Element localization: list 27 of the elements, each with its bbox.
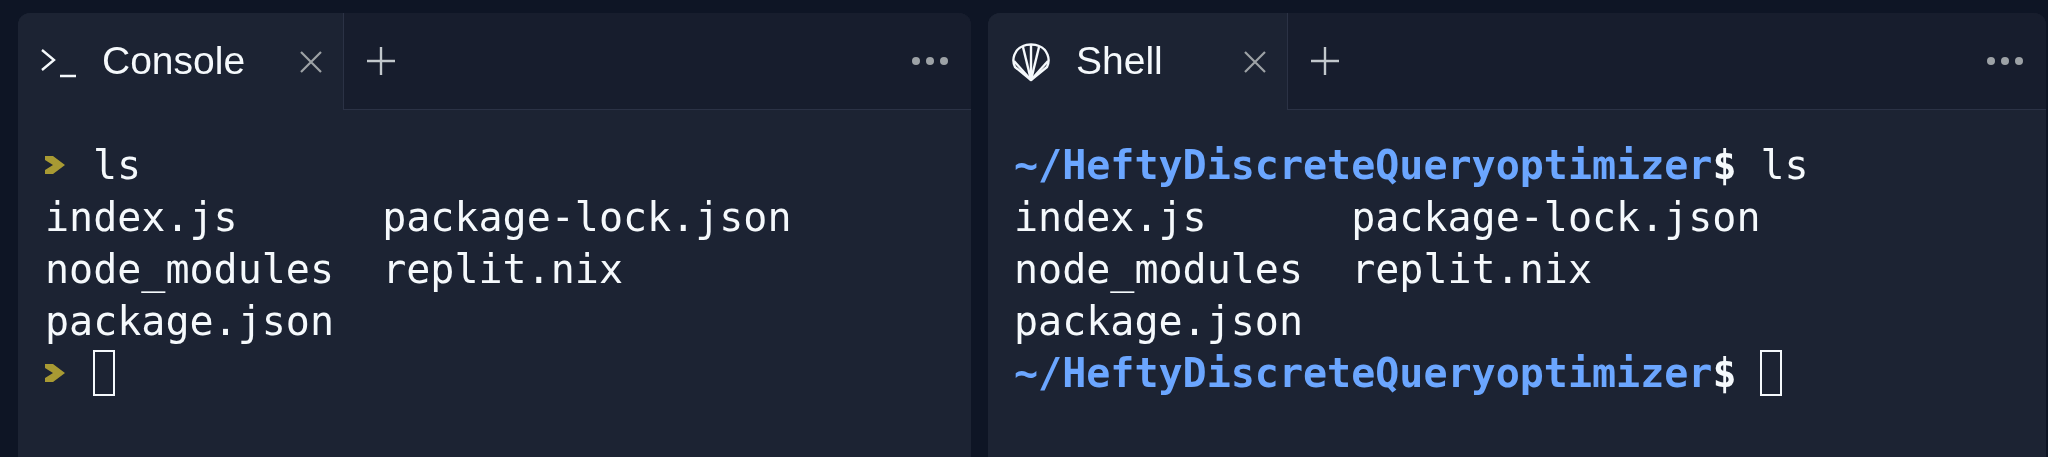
- add-tab-icon[interactable]: [366, 46, 396, 76]
- tab-label: Console: [102, 38, 247, 85]
- prompt-path: ~/HeftyDiscreteQueryoptimizer: [1014, 349, 1713, 398]
- file-name: node_modules: [45, 245, 334, 295]
- more-icon[interactable]: [1986, 56, 2024, 66]
- command-text: ls: [1760, 141, 1809, 190]
- seashell-icon: [1010, 40, 1052, 83]
- more-icon[interactable]: [911, 56, 949, 66]
- prompt-chevron-icon: [45, 364, 65, 382]
- file-name: node_modules: [1014, 245, 1303, 295]
- file-name: package.json: [1014, 297, 1303, 346]
- command-text: ls: [93, 141, 142, 190]
- tab-label: Shell: [1076, 38, 1164, 85]
- prompt-path: ~/HeftyDiscreteQueryoptimizer: [1014, 141, 1713, 190]
- file-name: index.js: [1014, 193, 1207, 242]
- close-icon[interactable]: [1243, 49, 1267, 74]
- prompt-symbol: $: [1712, 141, 1737, 190]
- close-icon[interactable]: [299, 49, 323, 74]
- file-name: replit.nix: [382, 245, 623, 294]
- file-name: replit.nix: [1351, 245, 1592, 294]
- add-tab-icon[interactable]: [1310, 46, 1340, 76]
- prompt-chevron-icon: [45, 156, 65, 174]
- file-name: package-lock.json: [382, 193, 792, 242]
- file-name: package.json: [45, 297, 334, 346]
- file-name: package-lock.json: [1351, 193, 1761, 242]
- prompt-symbol: $: [1712, 349, 1737, 398]
- file-name: index.js: [45, 193, 238, 242]
